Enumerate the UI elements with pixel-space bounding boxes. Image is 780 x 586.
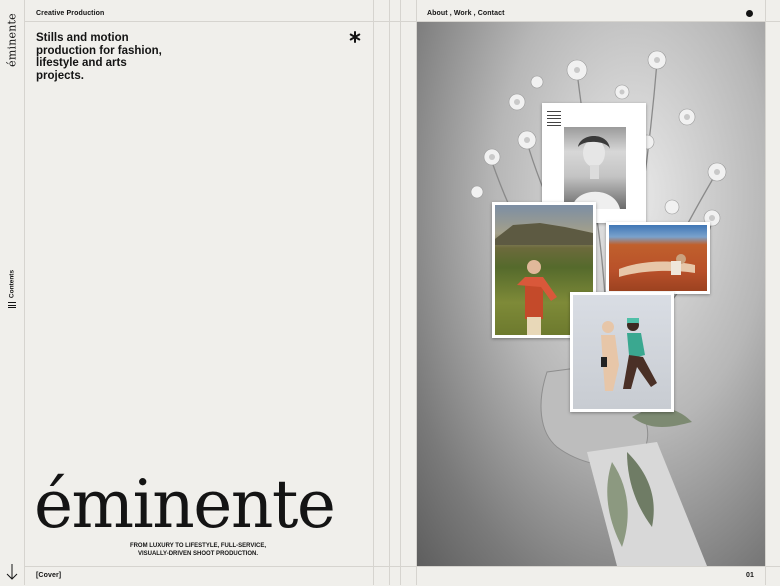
asterisk-icon bbox=[349, 30, 361, 46]
brand-wordmark: éminente bbox=[34, 466, 336, 543]
menu-icon bbox=[8, 302, 16, 308]
arrow-down-icon[interactable] bbox=[4, 563, 20, 581]
portrait-photo bbox=[564, 127, 626, 209]
header-title: Creative Production bbox=[36, 10, 105, 17]
page-number: 01 bbox=[746, 572, 754, 579]
main-nav[interactable]: About , Work , Contact bbox=[427, 10, 505, 17]
hero-tagline: Stills and motion production for fashion… bbox=[36, 32, 162, 82]
subcopy-line-2: VISUALLY-DRIVEN SHOOT PRODUCTION. bbox=[137, 550, 259, 557]
cover-label: [Cover] bbox=[36, 572, 62, 579]
right-panel-right-rule bbox=[765, 0, 766, 585]
hero-subcopy: FROM LUXURY TO LIFESTYLE, FULL-SERVICE, … bbox=[98, 543, 298, 558]
sidebar-brand-logo[interactable]: éminente bbox=[1, 10, 23, 70]
gutter-rule-2 bbox=[400, 0, 401, 585]
contents-menu-toggle[interactable]: Contents bbox=[0, 262, 24, 312]
contents-label: Contents bbox=[8, 269, 16, 299]
gutter-rule-1 bbox=[389, 0, 390, 585]
dot-icon bbox=[746, 10, 753, 17]
studio-fashion-photo bbox=[570, 292, 674, 412]
footer-rule bbox=[24, 566, 780, 567]
left-panel-right-rule bbox=[373, 0, 374, 585]
sidebar-divider bbox=[24, 0, 25, 585]
sheet-caption-lines bbox=[547, 111, 561, 127]
sidebar-brand-text: éminente bbox=[5, 13, 19, 67]
desert-fashion-photo bbox=[606, 222, 710, 294]
subcopy-line-1: FROM LUXURY TO LIFESTYLE, FULL-SERVICE, bbox=[129, 543, 267, 549]
hero-collage-image bbox=[417, 22, 765, 566]
